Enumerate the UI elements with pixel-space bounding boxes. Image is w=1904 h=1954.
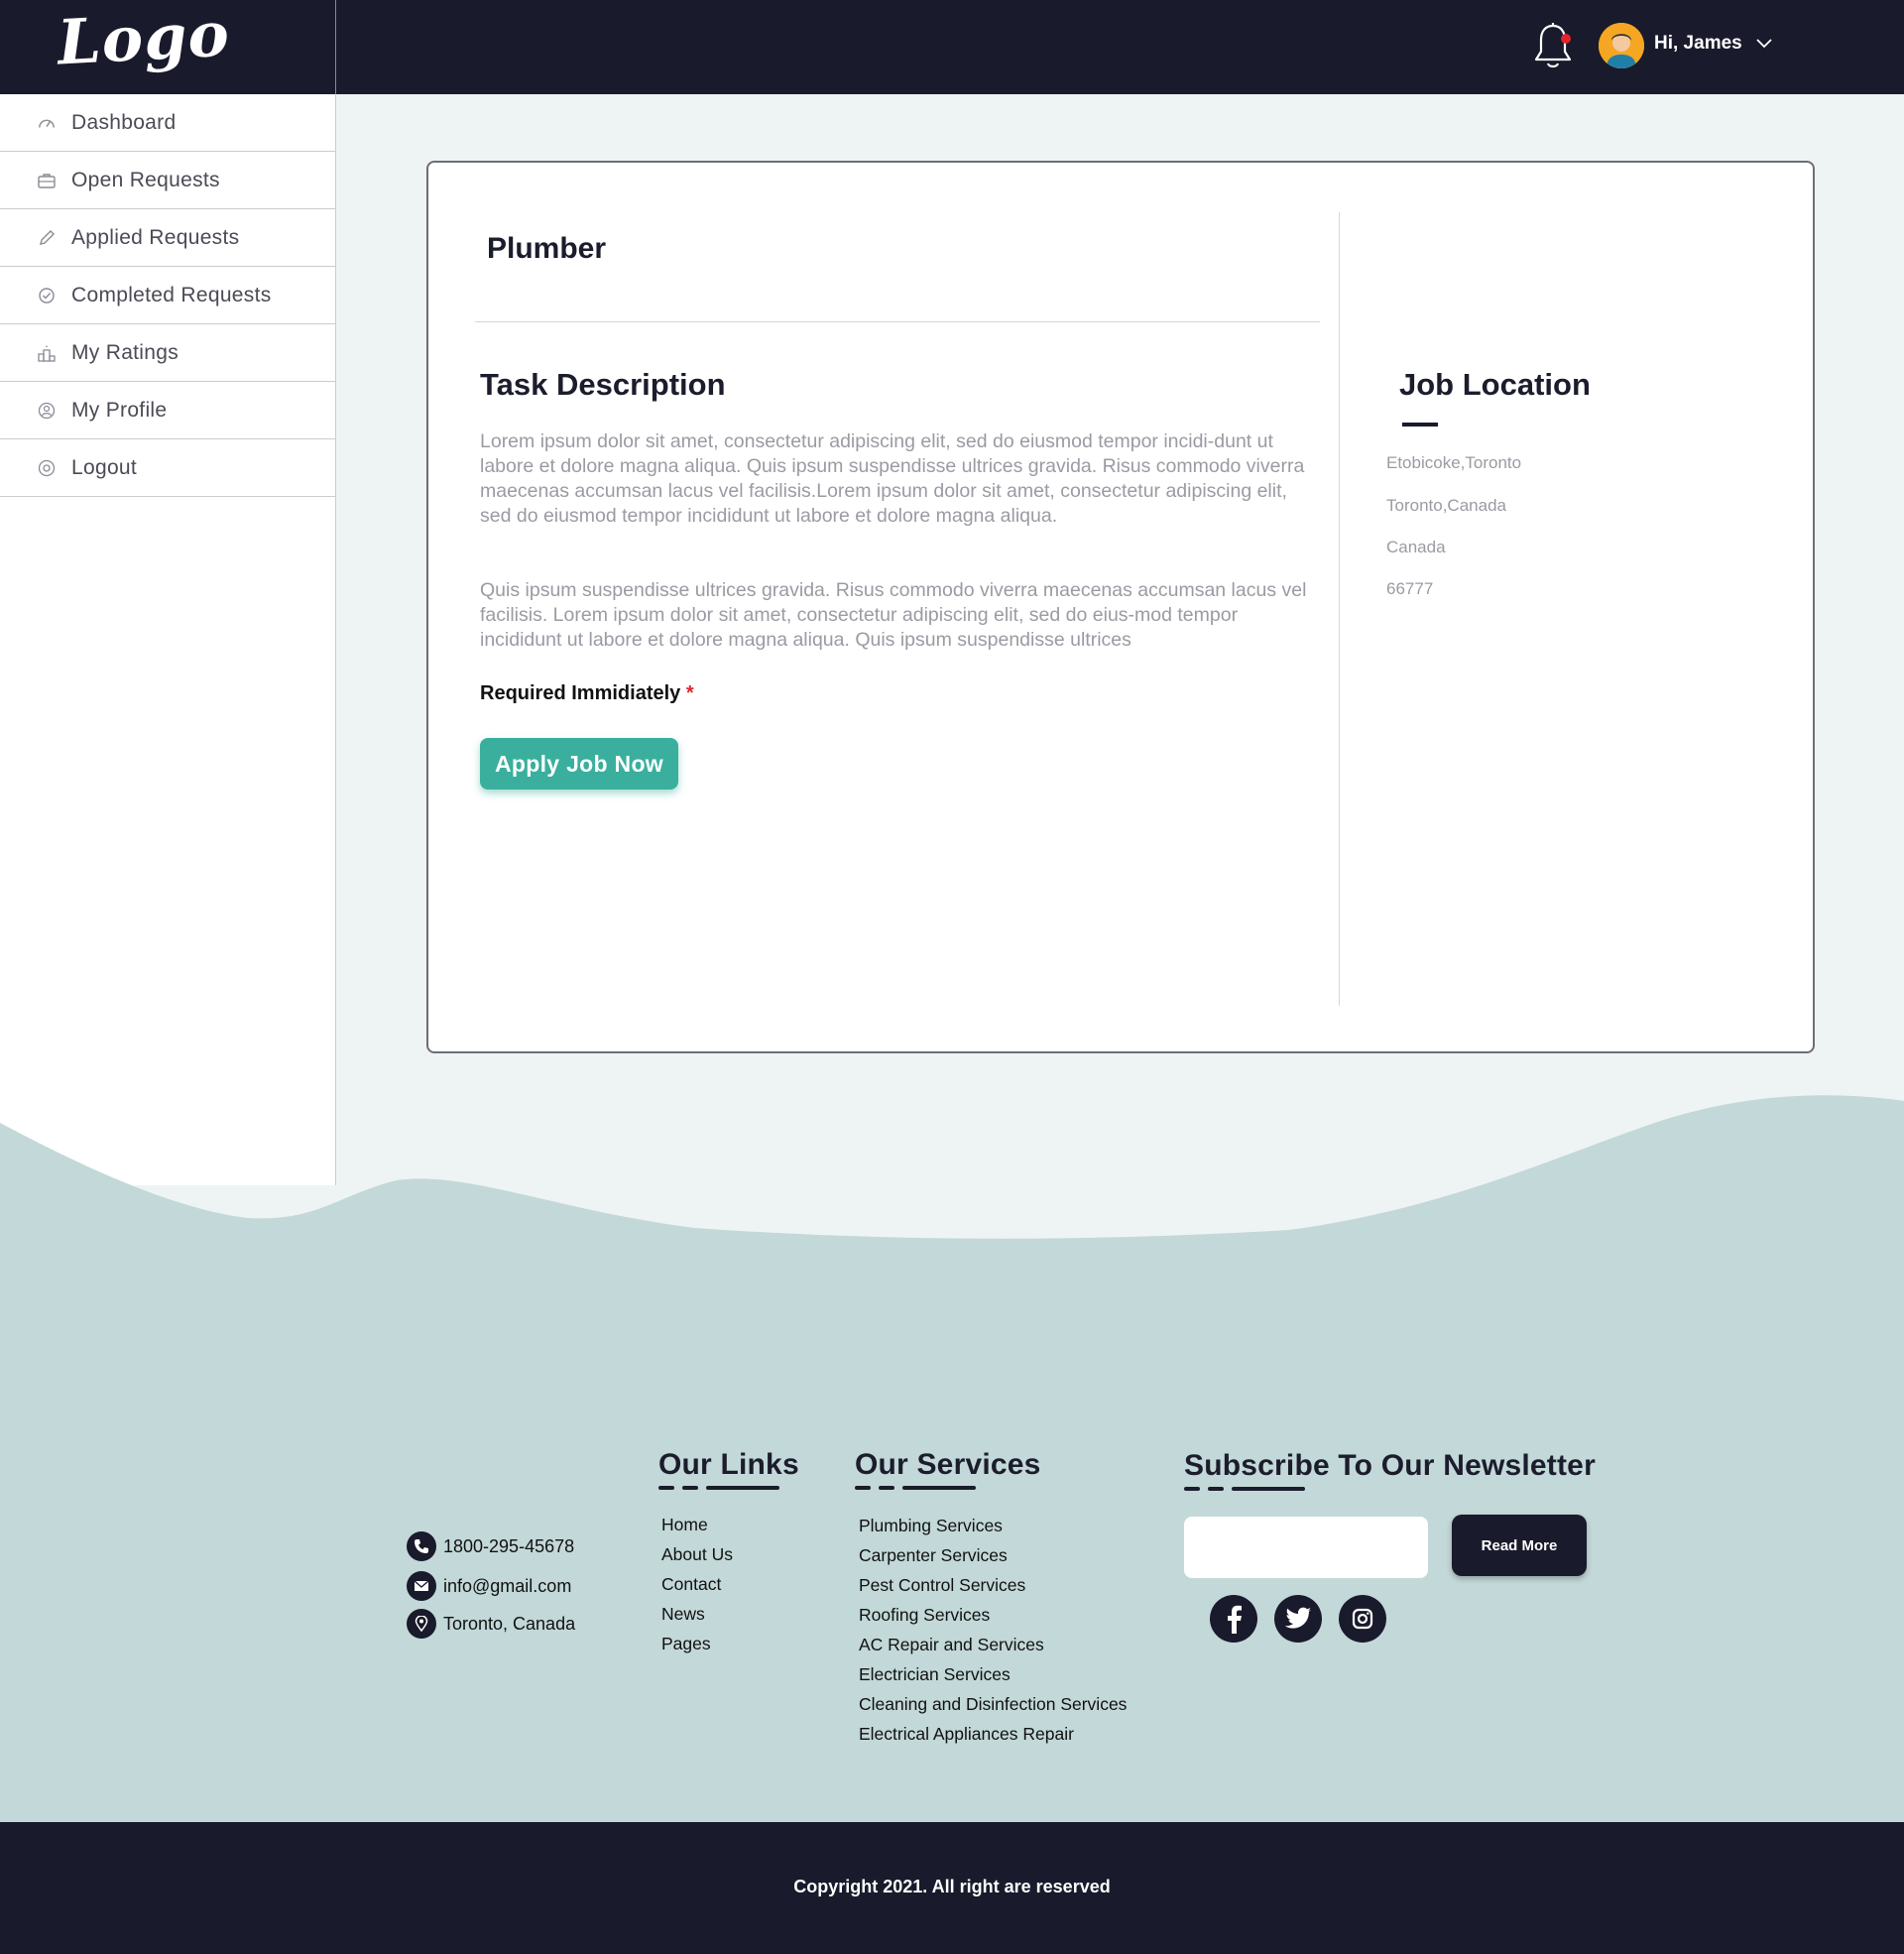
footer-service-item[interactable]: Electrician Services <box>859 1664 1011 1685</box>
location-line: Canada <box>1386 538 1446 556</box>
our-links-heading: Our Links <box>658 1448 799 1481</box>
top-bar: Logo Hi, James <box>0 0 1904 94</box>
our-services-heading: Our Services <box>855 1448 1041 1481</box>
sidebar-item-applied-requests[interactable]: Applied Requests <box>0 209 335 267</box>
heading-underline <box>1402 423 1438 427</box>
footer-service-item[interactable]: Cleaning and Disinfection Services <box>859 1694 1127 1715</box>
contact-phone[interactable]: 1800-295-45678 <box>407 1531 574 1561</box>
contact-email[interactable]: info@gmail.com <box>407 1571 571 1601</box>
task-description-paragraph: Lorem ipsum dolor sit amet, consectetur … <box>480 430 1305 527</box>
logo[interactable]: Logo <box>56 0 231 78</box>
copyright-text: Copyright 2021. All right are reserved <box>793 1877 1111 1896</box>
twitter-icon[interactable] <box>1274 1595 1322 1643</box>
location-pin-icon <box>407 1609 436 1639</box>
apply-job-button[interactable]: Apply Job Now <box>480 738 678 790</box>
instagram-icon[interactable] <box>1339 1595 1386 1643</box>
heading-underline <box>1184 1487 1200 1491</box>
mail-icon <box>407 1571 436 1601</box>
footer-service-item[interactable]: Pest Control Services <box>859 1575 1025 1596</box>
footer-service-item[interactable]: AC Repair and Services <box>859 1635 1044 1655</box>
horizontal-divider <box>475 321 1320 322</box>
newsletter-heading: Subscribe To Our Newsletter <box>1184 1449 1596 1482</box>
read-more-button[interactable]: Read More <box>1452 1515 1587 1576</box>
sidebar: Dashboard Open Requests Applied Requests… <box>0 94 336 1185</box>
logo-container[interactable]: Logo <box>0 0 336 94</box>
heading-underline <box>658 1486 674 1490</box>
speedometer-icon <box>38 114 56 132</box>
bell-icon[interactable] <box>1531 22 1575 71</box>
required-text: Required Immidiately <box>480 682 681 704</box>
footer-wave <box>0 1095 1904 1329</box>
job-title: Plumber <box>487 232 607 265</box>
sidebar-item-label: Applied Requests <box>71 225 240 249</box>
sidebar-item-my-profile[interactable]: My Profile <box>0 382 335 439</box>
heading-underline <box>1208 1487 1224 1491</box>
phone-icon <box>407 1531 436 1561</box>
avatar[interactable] <box>1599 23 1644 68</box>
sidebar-item-label: Completed Requests <box>71 283 272 306</box>
sidebar-item-my-ratings[interactable]: My Ratings <box>0 324 335 382</box>
required-asterisk: * <box>685 682 694 704</box>
notification-badge <box>1561 34 1571 44</box>
footer-link-about[interactable]: About Us <box>661 1544 733 1565</box>
sidebar-item-label: My Ratings <box>71 340 179 364</box>
required-label: Required Immidiately * <box>480 682 694 705</box>
footer-link-home[interactable]: Home <box>661 1515 708 1535</box>
footer-service-item[interactable]: Roofing Services <box>859 1605 990 1626</box>
heading-underline <box>682 1486 698 1490</box>
check-circle-icon <box>38 287 56 305</box>
sidebar-item-label: Open Requests <box>71 168 220 191</box>
vertical-divider <box>1339 212 1340 1006</box>
power-icon <box>38 459 56 477</box>
heading-underline <box>855 1486 871 1490</box>
user-greeting[interactable]: Hi, James <box>1654 33 1742 55</box>
email-text: info@gmail.com <box>443 1575 572 1596</box>
footer-link-pages[interactable]: Pages <box>661 1634 711 1654</box>
location-line: Etobicoke,Toronto <box>1386 453 1522 472</box>
sidebar-item-open-requests[interactable]: Open Requests <box>0 152 335 209</box>
task-description-heading: Task Description <box>480 367 726 402</box>
sidebar-item-completed-requests[interactable]: Completed Requests <box>0 267 335 324</box>
job-detail-card: Plumber Task Description Lorem ipsum dol… <box>426 161 1815 1053</box>
sidebar-item-dashboard[interactable]: Dashboard <box>0 94 335 152</box>
footer-service-item[interactable]: Electrical Appliances Repair <box>859 1724 1074 1745</box>
job-location-heading: Job Location <box>1399 367 1591 402</box>
heading-underline <box>902 1486 976 1490</box>
location-line: 66777 <box>1386 579 1434 598</box>
heading-underline <box>879 1486 894 1490</box>
heading-underline <box>1232 1487 1305 1491</box>
footer-link-news[interactable]: News <box>661 1604 705 1625</box>
sidebar-item-label: My Profile <box>71 398 168 422</box>
pen-icon <box>38 229 56 247</box>
sidebar-item-label: Dashboard <box>71 110 177 134</box>
user-circle-icon <box>38 402 56 420</box>
location-line: Toronto,Canada <box>1386 496 1506 515</box>
sidebar-item-label: Logout <box>71 455 138 479</box>
address-text: Toronto, Canada <box>443 1613 576 1634</box>
newsletter-email-input[interactable] <box>1184 1517 1428 1578</box>
briefcase-icon <box>38 172 56 189</box>
footer-link-contact[interactable]: Contact <box>661 1574 721 1595</box>
chevron-down-icon[interactable] <box>1755 37 1773 49</box>
sidebar-item-logout[interactable]: Logout <box>0 439 335 497</box>
contact-address: Toronto, Canada <box>407 1609 575 1639</box>
facebook-icon[interactable] <box>1210 1595 1257 1643</box>
heading-underline <box>706 1486 779 1490</box>
phone-text: 1800-295-45678 <box>443 1535 575 1556</box>
footer-service-item[interactable]: Plumbing Services <box>859 1516 1003 1536</box>
footer-service-item[interactable]: Carpenter Services <box>859 1545 1008 1566</box>
podium-icon <box>38 344 56 362</box>
task-description-paragraph: Quis ipsum suspendisse ultrices gravida.… <box>480 579 1307 651</box>
